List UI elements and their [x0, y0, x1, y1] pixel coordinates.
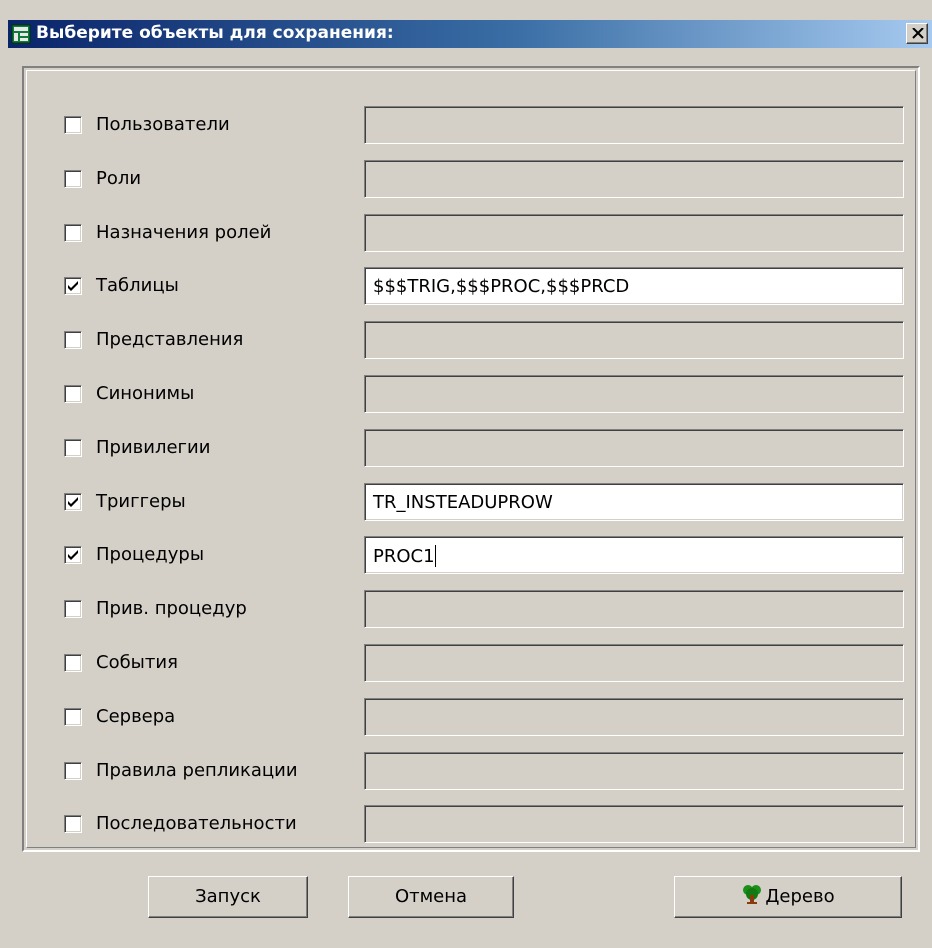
option-row: Таблицы $$$TRIG,$$$PROC,$$$PRCD — [0, 267, 904, 307]
option-label[interactable]: События — [96, 652, 178, 673]
option-label[interactable]: Роли — [96, 168, 141, 189]
option-row: Назначения ролей — [0, 214, 904, 254]
option-label[interactable]: Правила репликации — [96, 760, 298, 781]
option-checkbox[interactable] — [64, 224, 82, 242]
option-checkbox[interactable] — [64, 708, 82, 726]
checkmark-icon — [68, 550, 78, 560]
window-title: Выберите объекты для сохранения: — [36, 23, 394, 43]
option-label[interactable]: Синонимы — [96, 383, 194, 404]
checkmark-icon — [68, 281, 78, 291]
cancel-button[interactable]: Отмена — [348, 876, 514, 918]
cancel-button-label: Отмена — [394, 886, 468, 907]
option-row: Триггеры TR_INSTEADUPROW — [0, 483, 904, 523]
object-filter-input[interactable]: TR_INSTEADUPROW — [364, 483, 904, 521]
title-bar[interactable]: Выберите объекты для сохранения: — [8, 20, 932, 48]
object-filter-input[interactable] — [364, 429, 904, 467]
close-button[interactable] — [906, 23, 928, 44]
option-checkbox[interactable] — [64, 546, 82, 564]
object-filter-input[interactable]: PROC1 — [364, 536, 904, 574]
object-filter-input[interactable] — [364, 160, 904, 198]
option-label[interactable]: Привилегии — [96, 437, 210, 458]
run-button[interactable]: Запуск — [148, 876, 308, 918]
option-row: Привилегии — [0, 429, 904, 469]
option-checkbox[interactable] — [64, 439, 82, 457]
object-filter-input[interactable] — [364, 590, 904, 628]
object-filter-input[interactable]: $$$TRIG,$$$PROC,$$$PRCD — [364, 267, 904, 305]
option-label[interactable]: Назначения ролей — [96, 222, 271, 243]
object-filter-value: PROC1 — [373, 546, 435, 567]
option-row: Прив. процедур — [0, 590, 904, 630]
option-row: Пользователи — [0, 106, 904, 146]
option-checkbox[interactable] — [64, 654, 82, 672]
option-label[interactable]: Сервера — [96, 706, 175, 727]
object-filter-input[interactable] — [364, 698, 904, 736]
option-label[interactable]: Прив. процедур — [96, 598, 247, 619]
option-label[interactable]: Представления — [96, 329, 243, 350]
option-row: Процедуры PROC1 — [0, 536, 904, 576]
object-filter-input[interactable] — [364, 214, 904, 252]
option-checkbox[interactable] — [64, 331, 82, 349]
option-row: События — [0, 644, 904, 684]
option-row: Представления — [0, 321, 904, 361]
option-row: Синонимы — [0, 375, 904, 415]
text-caret — [434, 545, 436, 567]
dialog-window: Выберите объекты для сохранения: Пользов… — [0, 0, 932, 948]
option-checkbox[interactable] — [64, 493, 82, 511]
object-filter-input[interactable] — [364, 321, 904, 359]
object-filter-input[interactable] — [364, 375, 904, 413]
option-checkbox[interactable] — [64, 600, 82, 618]
option-label[interactable]: Процедуры — [96, 544, 204, 565]
option-checkbox[interactable] — [64, 385, 82, 403]
object-filter-input[interactable] — [364, 752, 904, 790]
option-label[interactable]: Таблицы — [96, 275, 179, 296]
option-label[interactable]: Триггеры — [96, 491, 186, 512]
option-row: Сервера — [0, 698, 904, 738]
option-label[interactable]: Последовательности — [96, 813, 297, 834]
object-filter-input[interactable] — [364, 644, 904, 682]
object-filter-value: TR_INSTEADUPROW — [373, 492, 553, 513]
object-filter-value: $$$TRIG,$$$PROC,$$$PRCD — [373, 276, 630, 297]
tree-button-label: Дерево — [765, 886, 835, 907]
option-checkbox[interactable] — [64, 762, 82, 780]
tree-icon — [741, 880, 763, 920]
close-icon — [912, 28, 924, 39]
option-label[interactable]: Пользователи — [96, 114, 230, 135]
option-row: Правила репликации — [0, 752, 904, 792]
option-checkbox[interactable] — [64, 815, 82, 833]
option-row: Последовательности — [0, 805, 904, 845]
checkmark-icon — [68, 497, 78, 507]
option-row: Роли — [0, 160, 904, 200]
option-checkbox[interactable] — [64, 170, 82, 188]
option-checkbox[interactable] — [64, 116, 82, 134]
app-icon — [11, 24, 31, 44]
object-filter-input[interactable] — [364, 106, 904, 144]
object-filter-input[interactable] — [364, 805, 904, 843]
tree-button[interactable]: Дерево — [674, 876, 902, 918]
run-button-label: Запуск — [195, 886, 261, 907]
option-checkbox[interactable] — [64, 277, 82, 295]
